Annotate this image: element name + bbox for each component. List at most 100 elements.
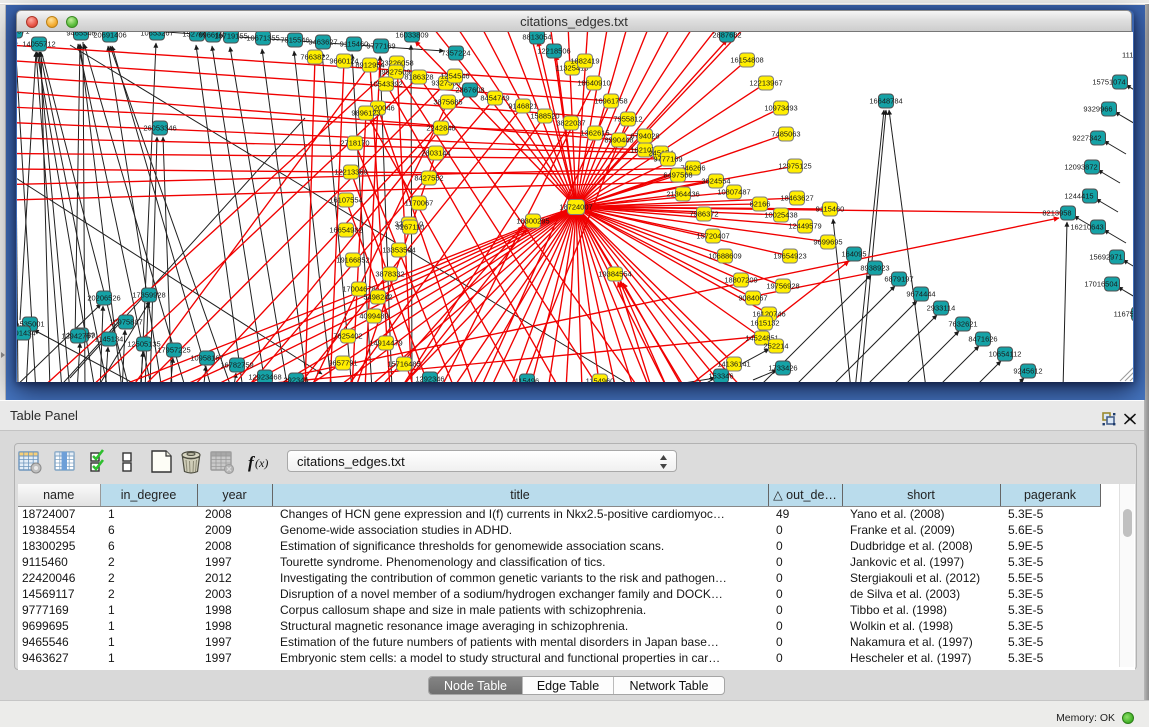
svg-text:9329966: 9329966 (1083, 105, 1112, 114)
svg-text:1733426: 1733426 (768, 364, 797, 373)
svg-text:9674444: 9674444 (906, 290, 935, 299)
svg-text:15720407: 15720407 (696, 232, 729, 241)
svg-text:18300295: 18300295 (516, 217, 549, 226)
svg-text:12218506: 12218506 (537, 47, 570, 56)
svg-text:10654112: 10654112 (989, 350, 1022, 359)
svg-text:1882419: 1882419 (570, 57, 599, 66)
svg-text:2242848: 2242848 (426, 124, 455, 133)
svg-text:12942757: 12942757 (61, 332, 94, 341)
svg-text:2803144: 2803144 (421, 149, 450, 158)
svg-text:1244415: 1244415 (1064, 192, 1093, 201)
svg-text:3267110: 3267110 (396, 223, 425, 232)
svg-text:9227342: 9227342 (1072, 134, 1101, 143)
svg-text:4099489: 4099489 (359, 312, 388, 321)
svg-text:15716485: 15716485 (387, 360, 420, 369)
svg-text:10543392: 10543392 (369, 80, 402, 89)
svg-text:16033809: 16033809 (395, 32, 428, 40)
svg-text:3875685: 3875685 (433, 98, 462, 107)
svg-text:16961758: 16961758 (594, 97, 627, 106)
svg-text:111254: 111254 (1122, 51, 1133, 60)
svg-text:9657791: 9657791 (328, 359, 357, 368)
svg-text:9699695: 9699695 (813, 238, 842, 247)
svg-text:7357224: 7357224 (441, 49, 470, 58)
svg-text:153346: 153346 (708, 372, 733, 381)
svg-text:9146821: 9146821 (508, 102, 537, 111)
svg-text:12213967: 12213967 (749, 79, 782, 88)
svg-text:16782759: 16782759 (220, 361, 253, 370)
svg-text:10653267: 10653267 (140, 32, 173, 38)
svg-text:115496: 115496 (515, 377, 539, 383)
svg-text:20691406: 20691406 (93, 32, 126, 40)
svg-text:(x): (x) (255, 456, 268, 470)
svg-text:15692971: 15692971 (1089, 253, 1122, 262)
svg-text:10688609: 10688609 (708, 252, 741, 261)
svg-text:19166852: 19166852 (336, 256, 369, 265)
svg-text:16648784: 16648784 (869, 97, 902, 106)
svg-text:9777169: 9777169 (653, 155, 682, 164)
svg-text:3822037: 3822037 (556, 119, 585, 128)
svg-text:16154808: 16154808 (730, 56, 763, 65)
svg-text:292346: 292346 (283, 376, 308, 383)
svg-text:17957225: 17957225 (157, 346, 190, 355)
svg-text:8813054: 8813054 (522, 33, 551, 42)
svg-text:17359928: 17359928 (132, 291, 165, 300)
svg-text:10958167: 10958167 (190, 354, 223, 363)
svg-text:9463627: 9463627 (308, 38, 337, 47)
svg-text:21364436: 21364436 (666, 190, 699, 199)
svg-text:1145134: 1145134 (95, 335, 124, 344)
svg-text:12449579: 12449579 (788, 222, 821, 231)
svg-text:10025438: 10025438 (764, 211, 797, 220)
svg-text:7986372: 7986372 (689, 210, 718, 219)
svg-text:12093872: 12093872 (1064, 163, 1097, 172)
svg-text:17016504: 17016504 (1084, 280, 1117, 289)
svg-text:3878332: 3878332 (375, 270, 404, 279)
svg-text:12213369: 12213369 (334, 168, 367, 177)
svg-text:9115460: 9115460 (816, 205, 845, 214)
svg-text:3624554: 3624554 (701, 177, 730, 186)
svg-text:10975887: 10975887 (109, 318, 142, 327)
svg-text:16210643: 16210643 (1070, 223, 1103, 232)
svg-text:19654923: 19654923 (773, 252, 806, 261)
svg-text:8938923: 8938923 (860, 264, 889, 273)
svg-text:1588520: 1588520 (530, 112, 559, 121)
svg-text:26053346: 26053346 (143, 124, 176, 133)
svg-text:1170067: 1170067 (405, 199, 434, 208)
svg-text:19384554: 19384554 (598, 270, 631, 279)
svg-text:9777169: 9777169 (366, 42, 395, 51)
svg-text:18463627: 18463627 (780, 194, 813, 203)
svg-text:1154960: 1154960 (586, 377, 615, 383)
svg-text:19756928: 19756928 (766, 282, 799, 291)
svg-text:13353594: 13353594 (382, 246, 415, 255)
svg-text:9896123: 9896123 (351, 109, 380, 118)
svg-text:7955812: 7955812 (613, 115, 642, 124)
svg-text:12505135: 12505135 (127, 340, 160, 349)
svg-text:9660124: 9660124 (329, 57, 358, 66)
svg-text:9115460: 9115460 (340, 40, 369, 49)
svg-text:14136141: 14136141 (717, 360, 750, 369)
svg-text:10807487: 10807487 (717, 188, 750, 197)
svg-text:2718170: 2718170 (340, 139, 369, 148)
svg-text:8213958: 8213958 (1042, 209, 1071, 218)
svg-text:18724007: 18724007 (559, 203, 592, 212)
svg-text:15751074: 15751074 (1092, 78, 1125, 87)
svg-text:6794028: 6794028 (630, 132, 659, 141)
svg-text:5498242: 5498242 (363, 293, 392, 302)
svg-text:18807209: 18807209 (724, 276, 757, 285)
svg-text:7625402: 7625402 (333, 332, 362, 341)
svg-text:7515546: 7515546 (280, 36, 309, 45)
svg-text:9245612: 9245612 (1013, 367, 1042, 376)
svg-text:391434: 391434 (17, 329, 36, 338)
svg-text:16654982: 16654982 (329, 226, 362, 235)
svg-text:1615132: 1615132 (750, 319, 779, 328)
svg-text:10973493: 10973493 (764, 104, 797, 113)
svg-text:1405571: 1405571 (17, 32, 30, 36)
svg-text:7632621: 7632621 (948, 320, 977, 329)
svg-text:1292346: 1292346 (415, 375, 444, 383)
svg-text:1254546: 1254546 (440, 72, 469, 81)
svg-text:18640910: 18640910 (577, 79, 610, 88)
svg-text:2887682: 2887682 (712, 32, 741, 40)
svg-text:14055712: 14055712 (22, 40, 55, 49)
svg-text:7663822: 7663822 (300, 53, 329, 62)
svg-text:1167533: 1167533 (1114, 310, 1133, 319)
svg-text:9084067: 9084067 (738, 294, 767, 303)
